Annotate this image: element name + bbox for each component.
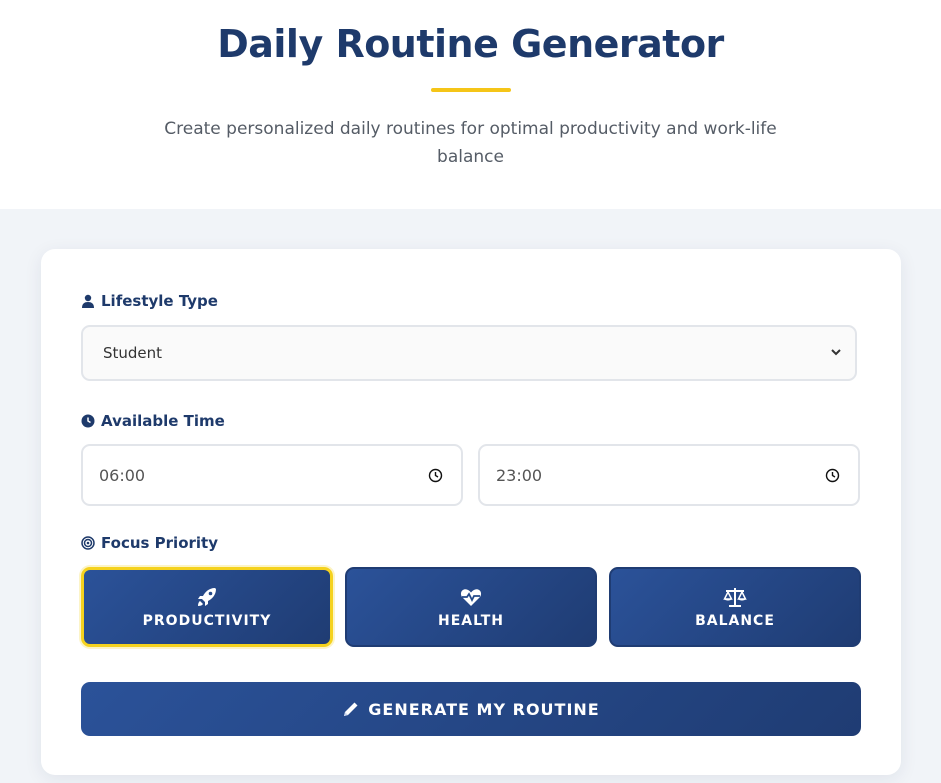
generate-routine-button[interactable]: GENERATE MY ROUTINE — [81, 682, 861, 736]
focus-option-label: PRODUCTIVITY — [142, 613, 272, 629]
focus-option-label: HEALTH — [438, 613, 504, 629]
available-time-label-text: Available Time — [101, 412, 225, 430]
target-icon — [81, 536, 95, 550]
title-underline — [431, 88, 511, 92]
time-picker-icon[interactable] — [428, 468, 443, 483]
focus-option-balance[interactable]: BALANCE — [609, 567, 861, 647]
generate-routine-label: GENERATE MY ROUTINE — [368, 699, 600, 719]
end-time-value: 23:00 — [496, 465, 543, 485]
lifestyle-label-text: Lifestyle Type — [101, 292, 218, 310]
page-title: Daily Routine Generator — [217, 22, 724, 66]
time-picker-icon[interactable] — [825, 468, 840, 483]
scale-icon — [723, 588, 747, 607]
focus-option-label: BALANCE — [695, 613, 775, 629]
chevron-down-icon — [831, 349, 841, 356]
heartbeat-icon — [460, 589, 482, 606]
hero-header: Daily Routine Generator Create personali… — [0, 0, 941, 209]
rocket-icon — [198, 588, 216, 606]
focus-priority-label: Focus Priority — [81, 534, 218, 552]
start-time-value: 06:00 — [99, 465, 146, 485]
start-time-input[interactable]: 06:00 — [81, 444, 463, 506]
pencil-icon — [344, 702, 358, 716]
clock-icon — [81, 414, 95, 428]
focus-priority-label-text: Focus Priority — [101, 534, 218, 552]
available-time-label: Available Time — [81, 412, 225, 430]
focus-option-productivity[interactable]: PRODUCTIVITY — [81, 567, 333, 647]
end-time-input[interactable]: 23:00 — [478, 444, 860, 506]
routine-form-card: Lifestyle Type Student Available Time 06… — [41, 249, 901, 775]
page-subtitle: Create personalized daily routines for o… — [164, 119, 777, 167]
lifestyle-select[interactable]: Student — [81, 325, 857, 381]
lifestyle-label: Lifestyle Type — [81, 292, 218, 310]
focus-option-health[interactable]: HEALTH — [345, 567, 597, 647]
lifestyle-selected-value: Student — [103, 344, 163, 362]
user-icon — [82, 294, 94, 308]
